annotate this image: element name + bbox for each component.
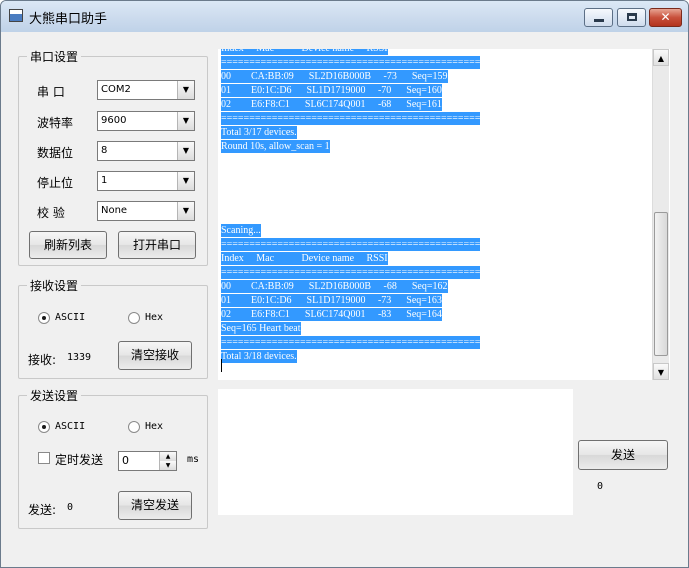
console-line: Index Mac Device name RSSI [221, 49, 388, 55]
send-hex-radio[interactable] [128, 421, 140, 433]
chevron-down-icon[interactable]: ▼ [177, 81, 194, 99]
console-line: ========================================… [221, 238, 481, 251]
receive-settings-title: 接收设置 [27, 277, 82, 294]
send-ascii-radio[interactable] [38, 421, 50, 433]
console-line: Scaning... [221, 224, 261, 237]
databits-value: 8 [101, 145, 108, 156]
console-line: 00 CA:BB:09 SL2D16B000B -68 Seq=162 [221, 280, 448, 293]
receive-count-label: 接收: [28, 353, 57, 367]
stopbits-select[interactable]: 1 ▼ [97, 171, 195, 191]
title-bar[interactable]: 大熊串口助手 ✕ [1, 1, 688, 32]
receive-ascii-label: ASCII [55, 312, 86, 323]
interval-value: 0 [122, 454, 129, 467]
send-count-value: 0 [67, 502, 74, 513]
baud-label: 波特率 [37, 116, 74, 130]
console-line: ========================================… [221, 112, 481, 125]
console-line: Total 3/18 devices. [221, 350, 297, 363]
console-line: 01 E0:1C:D6 SL1D1719000 -73 Seq=163 [221, 294, 442, 307]
chevron-down-icon[interactable]: ▼ [177, 112, 194, 130]
receive-hex-label: Hex [145, 312, 164, 323]
close-button[interactable]: ✕ [649, 8, 682, 27]
send-button[interactable]: 发送 [578, 440, 668, 470]
send-ascii-label: ASCII [55, 421, 86, 432]
clear-receive-button[interactable]: 清空接收 [118, 341, 192, 370]
console-line: Round 10s, allow_scan = 1 [221, 140, 330, 153]
send-count-label: 发送: [28, 503, 57, 517]
refresh-list-button[interactable]: 刷新列表 [29, 231, 107, 259]
scroll-up-icon[interactable]: ▲ [653, 49, 669, 66]
console-line: 02 E6:F8:C1 SL6C174Q001 -83 Seq=164 [221, 308, 442, 321]
port-select[interactable]: COM2 ▼ [97, 80, 195, 100]
interval-unit: ms [187, 454, 200, 465]
minimize-icon [594, 19, 604, 22]
parity-value: None [101, 205, 128, 216]
clear-send-button[interactable]: 清空发送 [118, 491, 192, 520]
receive-ascii-radio[interactable] [38, 312, 50, 324]
close-icon: ✕ [660, 10, 671, 24]
serial-settings-title: 串口设置 [27, 48, 82, 65]
interval-stepper[interactable]: 0 ▲ ▼ [118, 451, 177, 471]
app-window: 大熊串口助手 ✕ 串口设置 串 口 波特率 数据位 停止位 校 验 COM2 ▼ … [0, 0, 689, 568]
receive-count-value: 1339 [67, 352, 92, 363]
text-caret [221, 359, 222, 372]
console-line: 01 E0:1C:D6 SL1D1719000 -70 Seq=160 [221, 84, 442, 97]
console-line: Total 3/17 devices. [221, 126, 297, 139]
maximize-icon [627, 13, 637, 21]
console-line: ========================================… [221, 266, 481, 279]
chevron-down-icon[interactable]: ▼ [177, 172, 194, 190]
databits-select[interactable]: 8 ▼ [97, 141, 195, 161]
baud-value: 9600 [101, 115, 127, 126]
console-line: ========================================… [221, 56, 481, 69]
maximize-button[interactable] [617, 8, 646, 27]
console-line: 02 E6:F8:C1 SL6C174Q001 -68 Seq=161 [221, 98, 442, 111]
baud-select[interactable]: 9600 ▼ [97, 111, 195, 131]
timed-send-checkbox[interactable] [38, 452, 50, 464]
timed-send-label: 定时发送 [55, 453, 104, 467]
scrollbar-thumb[interactable] [654, 212, 668, 356]
app-icon [9, 9, 23, 22]
receive-hex-radio[interactable] [128, 312, 140, 324]
port-value: COM2 [101, 84, 131, 95]
chevron-down-icon[interactable]: ▼ [177, 142, 194, 160]
stopbits-label: 停止位 [37, 176, 74, 190]
window-title: 大熊串口助手 [29, 12, 108, 27]
stopbits-value: 1 [101, 175, 108, 186]
console-line: 00 CA:BB:09 SL2D16B000B -73 Seq=159 [221, 70, 448, 83]
scroll-down-icon[interactable]: ▼ [653, 363, 669, 380]
console-line: Index Mac Device name RSSI [221, 252, 388, 265]
chevron-down-icon[interactable]: ▼ [177, 202, 194, 220]
open-port-button[interactable]: 打开串口 [118, 231, 196, 259]
minimize-button[interactable] [584, 8, 613, 27]
send-settings-title: 发送设置 [27, 387, 82, 404]
console-line: ========================================… [221, 336, 481, 349]
stepper-down-icon[interactable]: ▼ [159, 461, 176, 470]
send-button-count: 0 [597, 481, 604, 492]
send-input[interactable] [218, 389, 573, 515]
port-label: 串 口 [37, 85, 65, 99]
send-hex-label: Hex [145, 421, 164, 432]
receive-console[interactable]: Index Mac Device name RSSI==============… [218, 49, 670, 380]
parity-select[interactable]: None ▼ [97, 201, 195, 221]
console-scrollbar[interactable]: ▲ ▼ [652, 49, 669, 380]
parity-label: 校 验 [37, 206, 65, 220]
console-line: Seq=165 Heart beat [221, 322, 301, 335]
databits-label: 数据位 [37, 146, 74, 160]
